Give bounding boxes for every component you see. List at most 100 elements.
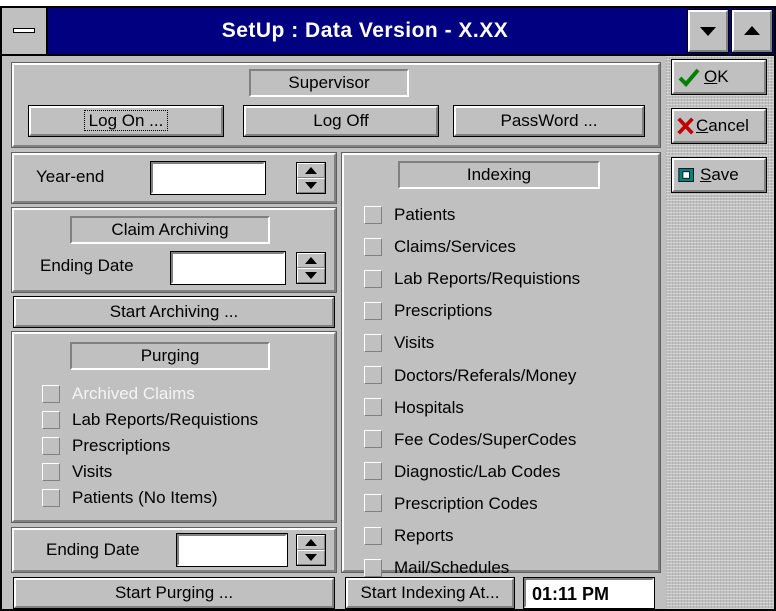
checkbox-box <box>42 488 60 507</box>
checkbox-box <box>364 494 382 513</box>
indexing-item-checkbox[interactable]: Fee Codes/SuperCodes <box>364 428 576 452</box>
checkbox-label: Lab Reports/Requistions <box>72 410 259 429</box>
start-indexing-button[interactable]: Start Indexing At... <box>345 577 515 609</box>
window-title: SetUp : Data Version - X.XX <box>221 19 509 42</box>
year-end-label: Year-end <box>36 167 105 186</box>
purge-patients-checkbox[interactable]: Patients (No Items) <box>42 486 218 510</box>
checkbox-box <box>364 398 382 417</box>
checkbox-label: Claims/Services <box>394 237 516 257</box>
purging-date-spinner[interactable] <box>296 534 326 566</box>
indexing-item-checkbox[interactable]: Reports <box>364 524 454 548</box>
purging-group: Purging Archived Claims Lab Reports/Requ… <box>11 331 337 523</box>
purging-date-up-arrow-icon[interactable] <box>297 535 325 550</box>
minimize-arrow-icon <box>700 27 716 36</box>
year-end-up-arrow-icon[interactable] <box>297 163 325 178</box>
start-purging-button[interactable]: Start Purging ... <box>13 577 335 609</box>
archiving-ending-date-label: Ending Date <box>40 256 134 275</box>
log-on-label: Log On ... <box>83 110 169 131</box>
checkbox-label: Patients (No Items) <box>72 488 218 507</box>
indexing-item-checkbox[interactable]: Claims/Services <box>364 235 516 259</box>
save-disk-icon <box>678 168 694 182</box>
start-indexing-label: Start Indexing At... <box>360 583 500 602</box>
checkbox-label: Diagnostic/Lab Codes <box>394 461 561 481</box>
log-on-button[interactable]: Log On ... <box>28 105 224 137</box>
checkbox-box <box>364 462 382 481</box>
checkbox-box <box>364 366 382 385</box>
maximize-button[interactable] <box>731 9 773 53</box>
ok-label: OK <box>704 62 729 92</box>
ok-label-rest: K <box>717 67 729 86</box>
save-hotkey: S <box>700 165 712 184</box>
indexing-item-checkbox[interactable]: Patients <box>364 203 455 227</box>
archiving-date-spinner[interactable] <box>296 252 326 284</box>
claim-archiving-label: Claim Archiving <box>70 216 270 244</box>
start-archiving-button[interactable]: Start Archiving ... <box>13 296 335 328</box>
purging-label: Purging <box>70 342 270 370</box>
title-bar: SetUp : Data Version - X.XX <box>2 8 774 56</box>
checkmark-icon <box>678 68 700 87</box>
cancel-label: Cancel <box>696 111 749 141</box>
archiving-date-down-arrow-icon[interactable] <box>297 268 325 283</box>
log-off-button[interactable]: Log Off <box>243 105 439 137</box>
start-archiving-label: Start Archiving ... <box>109 302 239 321</box>
year-end-input[interactable] <box>150 161 266 195</box>
purge-lab-reports-checkbox[interactable]: Lab Reports/Requistions <box>42 408 258 432</box>
purging-ending-date-input[interactable] <box>176 533 288 567</box>
year-end-group: Year-end <box>11 152 337 204</box>
checkbox-label: Prescriptions <box>72 436 171 455</box>
supervisor-label: Supervisor <box>249 69 409 97</box>
indexing-item-checkbox[interactable]: Lab Reports/Requistions <box>364 267 580 291</box>
claim-archiving-group: Claim Archiving Ending Date <box>11 207 337 293</box>
cancel-label-rest: ancel <box>708 116 749 135</box>
checkbox-label: Archived Claims <box>72 384 195 403</box>
archiving-date-up-arrow-icon[interactable] <box>297 253 325 268</box>
archiving-ending-date-input[interactable] <box>170 251 286 285</box>
indexing-item-checkbox[interactable]: Doctors/Referals/Money <box>364 364 576 388</box>
purge-prescriptions-checkbox[interactable]: Prescriptions <box>42 434 170 458</box>
checkbox-label: Prescription Codes <box>394 493 538 513</box>
purging-date-down-arrow-icon[interactable] <box>297 550 325 565</box>
indexing-item-checkbox[interactable]: Mail/Schedules <box>364 556 509 580</box>
purge-archived-claims-checkbox[interactable]: Archived Claims <box>42 382 195 406</box>
save-button[interactable]: Save <box>671 157 767 193</box>
indexing-item-checkbox[interactable]: Visits <box>364 331 434 355</box>
system-menu-button[interactable] <box>2 8 48 54</box>
year-end-spinner[interactable] <box>296 162 326 194</box>
purge-visits-checkbox[interactable]: Visits <box>42 460 112 484</box>
checkbox-label: Patients <box>394 205 456 224</box>
log-off-label: Log Off <box>313 111 369 130</box>
checkbox-box <box>42 384 60 403</box>
purging-ending-date-label: Ending Date <box>46 540 140 559</box>
supervisor-group: Supervisor Log On ... Log Off PassWord .… <box>11 62 661 148</box>
ok-button[interactable]: OK <box>671 59 767 95</box>
indexing-group: Indexing Patients Claims/Services Lab Repo… <box>341 152 661 577</box>
setup-window: SetUp : Data Version - X.XX Supervisor L… <box>0 6 776 611</box>
maximize-arrow-icon <box>744 26 760 35</box>
system-menu-icon <box>13 28 35 33</box>
ok-hotkey: O <box>704 67 718 86</box>
checkbox-label: Reports <box>394 526 454 545</box>
checkbox-label: Hospitals <box>394 397 464 417</box>
checkbox-label: Visits <box>72 462 113 481</box>
indexing-item-checkbox[interactable]: Diagnostic/Lab Codes <box>364 460 560 484</box>
indexing-item-checkbox[interactable]: Prescription Codes <box>364 492 538 516</box>
checkbox-box <box>364 269 382 288</box>
checkbox-box <box>364 430 382 449</box>
checkbox-label: Visits <box>394 333 435 353</box>
checkbox-box <box>42 436 60 455</box>
indexing-item-checkbox[interactable]: Hospitals <box>364 396 464 420</box>
purging-date-group: Ending Date <box>11 527 337 573</box>
minimize-button[interactable] <box>687 9 729 53</box>
checkbox-box <box>364 558 382 577</box>
save-label: Save <box>700 160 739 190</box>
side-button-strip: OK Cancel Save <box>666 56 774 609</box>
save-label-rest: ave <box>711 165 739 184</box>
indexing-time-value: 01:11 PM <box>532 584 610 604</box>
password-button[interactable]: PassWord ... <box>453 105 645 137</box>
indexing-time-input[interactable]: 01:11 PM <box>523 577 655 609</box>
indexing-item-checkbox[interactable]: Prescriptions <box>364 299 492 323</box>
year-end-down-arrow-icon[interactable] <box>297 178 325 193</box>
checkbox-box <box>364 301 382 320</box>
cancel-button[interactable]: Cancel <box>671 108 767 144</box>
checkbox-label: Mail/Schedules <box>394 558 510 578</box>
